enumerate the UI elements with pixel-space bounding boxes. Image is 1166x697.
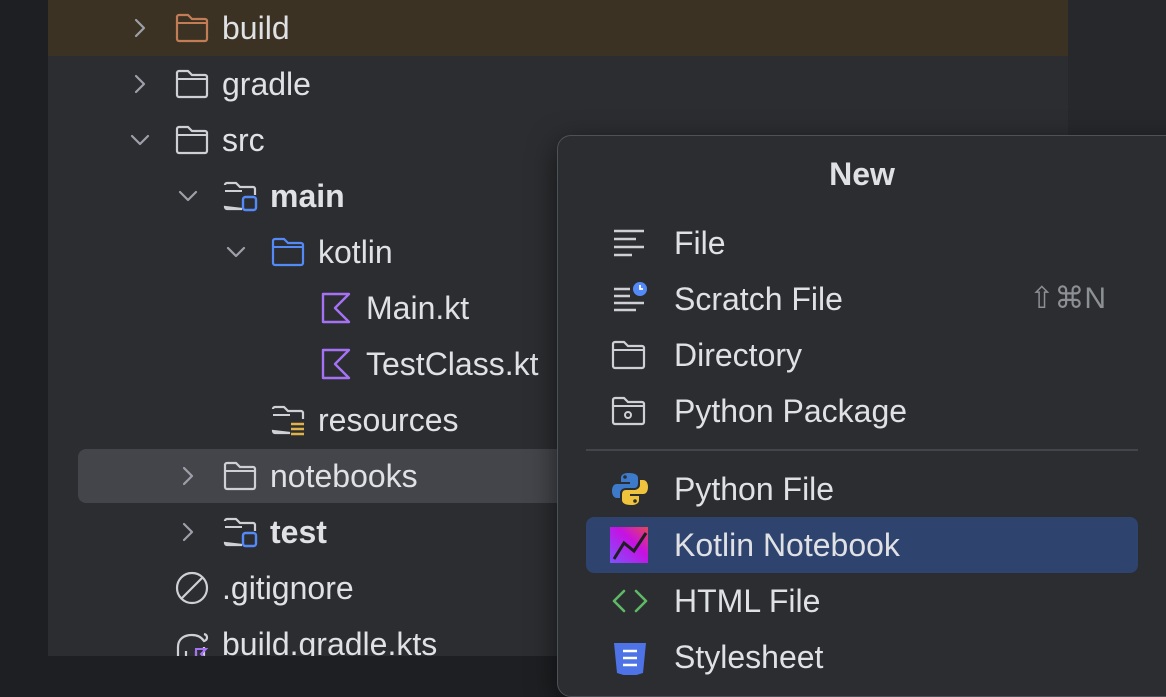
menu-item-file[interactable]: File <box>586 215 1138 271</box>
folder-icon <box>175 69 209 99</box>
tree-label: test <box>270 514 327 550</box>
tree-label: Main.kt <box>366 290 470 326</box>
python-icon <box>612 473 648 505</box>
popup-title: New <box>829 156 895 192</box>
gradle-elephant-icon <box>176 632 209 656</box>
tree-row-gradle[interactable]: gradle <box>48 56 1068 112</box>
tree-label: notebooks <box>270 458 418 494</box>
resources-folder-icon <box>271 405 305 436</box>
text-file-icon <box>614 229 644 257</box>
tree-label: build <box>222 10 290 46</box>
source-folder-icon <box>271 237 305 267</box>
folder-excluded-icon <box>175 13 209 43</box>
tree-row-build[interactable]: build <box>48 0 1068 56</box>
tree-label: TestClass.kt <box>366 346 539 382</box>
kotlin-notebook-icon <box>610 527 648 563</box>
menu-item-scratch-file[interactable]: Scratch File ⇧⌘N <box>586 271 1138 327</box>
ignore-file-icon <box>175 571 209 605</box>
html-icon <box>612 589 648 613</box>
kotlin-file-icon <box>321 292 351 324</box>
kotlin-file-icon <box>321 348 351 380</box>
menu-item-python-file[interactable]: Python File <box>586 461 1138 517</box>
source-root-folder-icon <box>223 181 258 212</box>
python-package-icon <box>611 396 646 426</box>
folder-icon <box>223 461 257 491</box>
menu-item-label: Directory <box>674 337 803 373</box>
new-file-popup[interactable]: New File Scratch File ⇧⌘N Directory Pyth… <box>557 135 1166 697</box>
tree-label: src <box>222 122 265 158</box>
folder-icon <box>175 125 209 155</box>
source-root-folder-icon <box>223 517 258 548</box>
menu-separator <box>586 449 1138 451</box>
chevron-down-icon[interactable] <box>222 238 250 266</box>
shortcut-label: ⇧⌘N <box>1029 282 1106 315</box>
menu-item-label: Scratch File <box>674 281 843 317</box>
menu-item-label: Kotlin Notebook <box>674 527 900 563</box>
chevron-right-icon[interactable] <box>174 518 202 546</box>
tree-label: gradle <box>222 66 311 102</box>
chevron-right-icon[interactable] <box>126 70 154 98</box>
menu-item-label: Stylesheet <box>674 639 824 675</box>
scratch-file-icon <box>614 282 647 312</box>
menu-item-label: Python File <box>674 471 835 507</box>
menu-item-python-package[interactable]: Python Package <box>586 383 1138 439</box>
tree-label: kotlin <box>318 234 393 270</box>
tree-label: main <box>270 178 345 214</box>
chevron-down-icon[interactable] <box>174 182 202 210</box>
menu-item-label: Python Package <box>674 393 908 429</box>
folder-icon <box>611 340 646 370</box>
tree-label: .gitignore <box>222 570 354 606</box>
menu-item-html-file[interactable]: HTML File <box>586 573 1138 629</box>
chevron-right-icon[interactable] <box>126 14 154 42</box>
css-icon <box>614 643 646 675</box>
menu-item-label: HTML File <box>674 583 821 619</box>
menu-item-kotlin-notebook[interactable]: Kotlin Notebook <box>586 517 1138 573</box>
menu-item-stylesheet[interactable]: Stylesheet <box>586 629 1138 685</box>
menu-item-label: File <box>674 225 726 261</box>
tree-label: build.gradle.kts <box>222 626 438 656</box>
menu-item-directory[interactable]: Directory <box>586 327 1138 383</box>
tree-label: resources <box>318 402 459 438</box>
chevron-down-icon[interactable] <box>126 126 154 154</box>
chevron-right-icon[interactable] <box>174 462 202 490</box>
